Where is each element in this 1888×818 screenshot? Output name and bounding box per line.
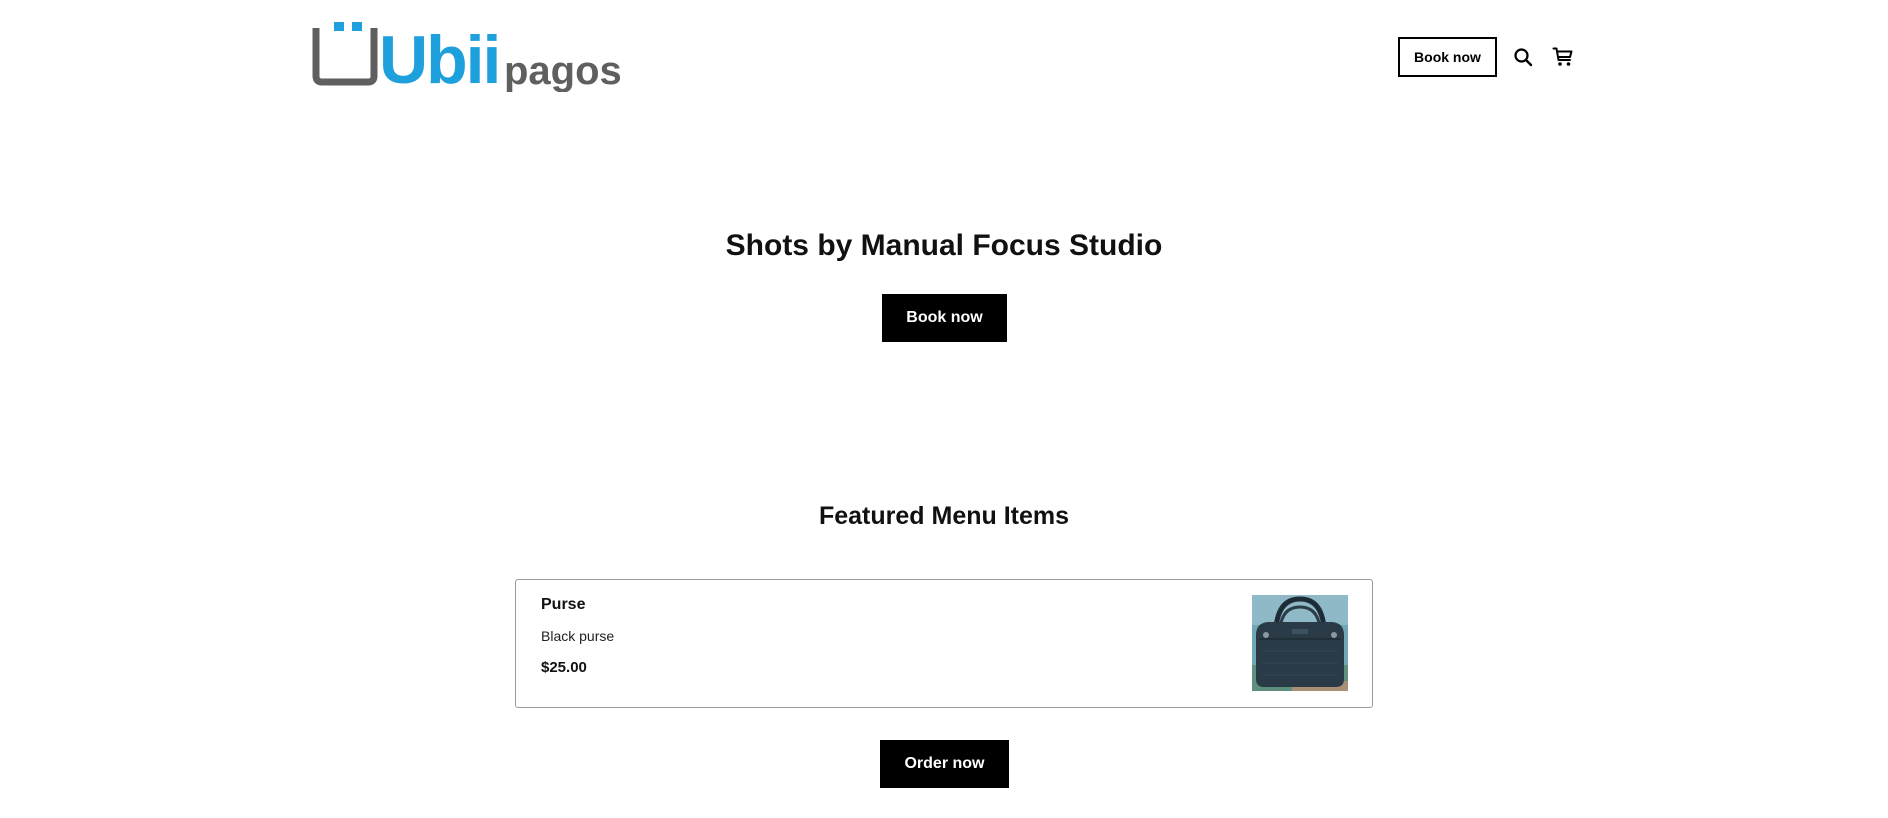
page: Ubii pagos Book now Shots by Manual Focu… [0, 0, 1888, 818]
search-icon[interactable] [1507, 41, 1539, 73]
logo-mark: Ubii pagos [312, 22, 622, 92]
header-actions: Book now [1398, 37, 1579, 77]
menu-item-description: Black purse [541, 628, 615, 644]
menu-item-price: $25.00 [541, 659, 587, 676]
header-book-now-button[interactable]: Book now [1398, 37, 1497, 77]
purse-photo [1252, 595, 1348, 691]
menu-item-name: Purse [541, 596, 586, 613]
site-header: Ubii pagos Book now [0, 0, 1888, 110]
logo-text-primary: Ubii [379, 22, 499, 92]
order-now-button[interactable]: Order now [880, 740, 1009, 788]
hero-book-now-button[interactable]: Book now [882, 294, 1007, 342]
cart-icon[interactable] [1547, 41, 1579, 73]
logo-text-secondary: pagos [504, 49, 622, 92]
menu-item-card[interactable]: Purse Black purse $25.00 [515, 579, 1373, 708]
featured-section-title: Featured Menu Items [818, 502, 1070, 530]
site-logo[interactable]: Ubii pagos [312, 22, 622, 92]
hero-title: Shots by Manual Focus Studio [725, 229, 1163, 262]
